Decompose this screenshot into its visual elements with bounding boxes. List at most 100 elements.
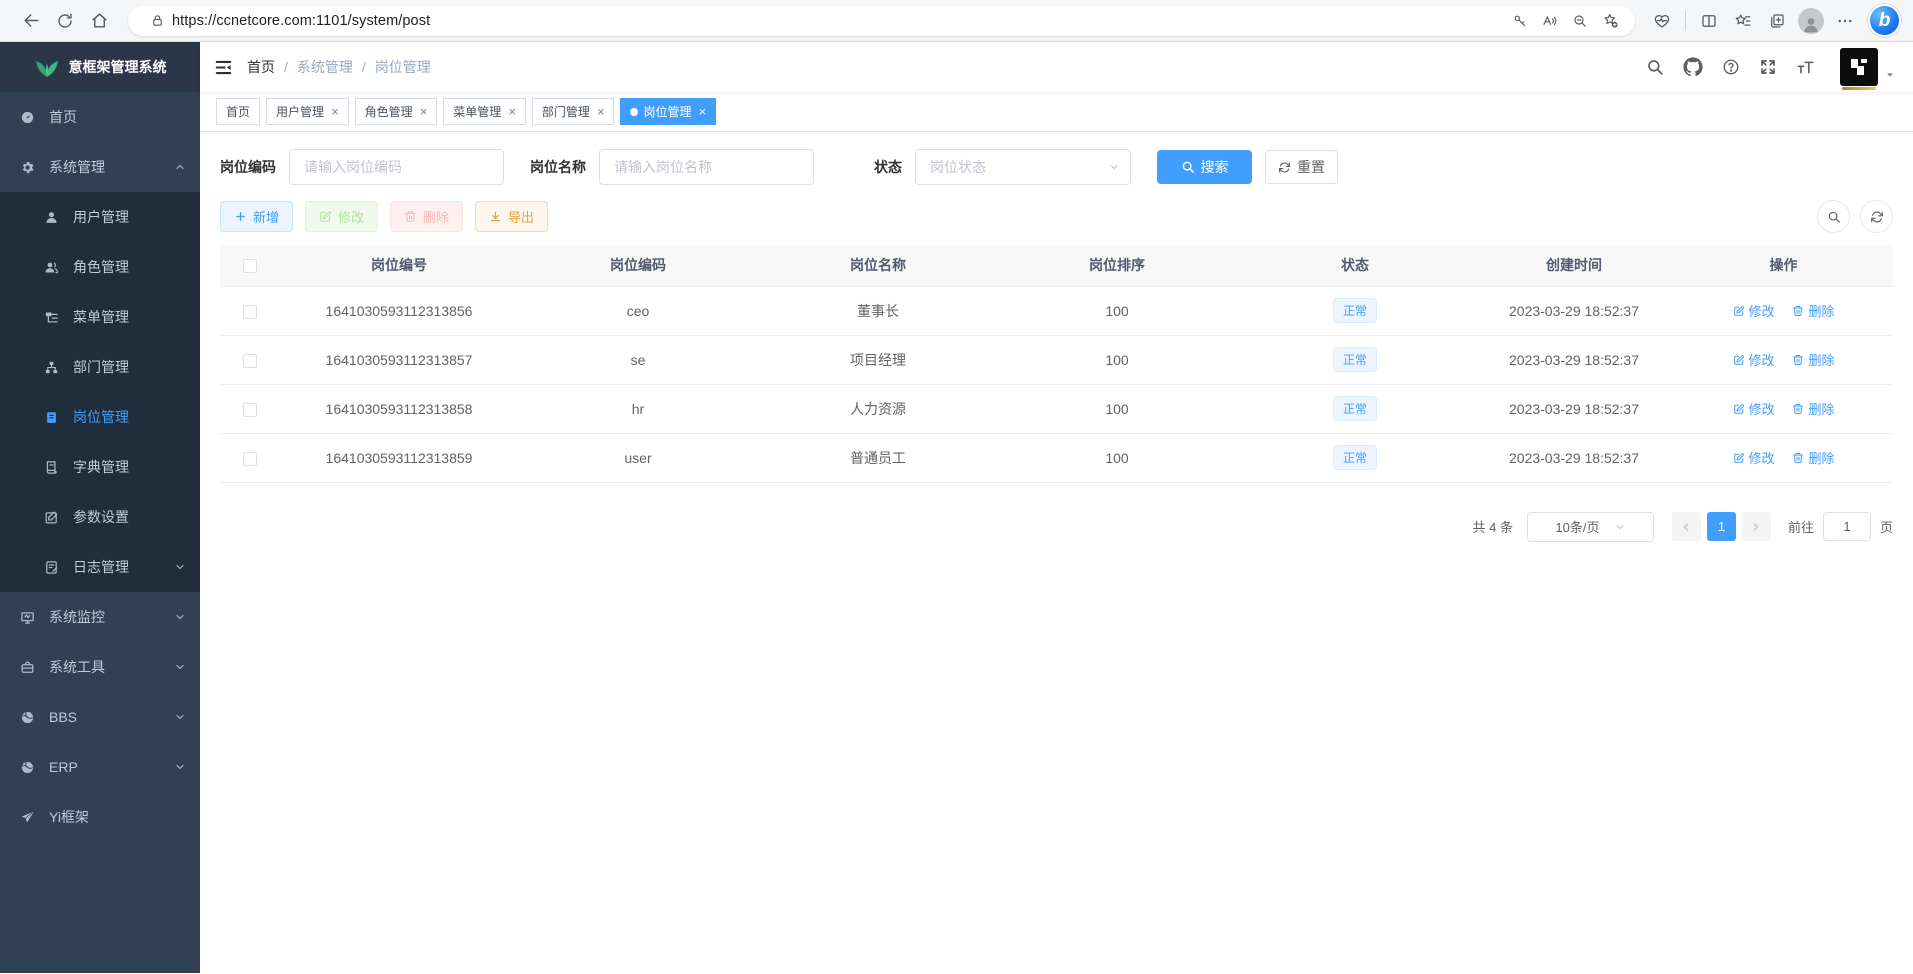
tab-label: 用户管理 [276,103,324,120]
sidebar-item-user[interactable]: 用户管理 [0,192,200,242]
sidebar-item-post[interactable]: 岗位管理 [0,392,200,442]
row-edit-link[interactable]: 修改 [1733,399,1775,418]
sidebar-fold-icon[interactable] [214,58,233,77]
sidebar-item-log[interactable]: 日志管理 [0,542,200,592]
page-number-button[interactable]: 1 [1707,512,1736,541]
add-button[interactable]: 新增 [220,201,293,232]
row-delete-link[interactable]: 删除 [1792,399,1834,418]
browser-home-icon[interactable] [82,6,116,36]
row-edit-link[interactable]: 修改 [1733,350,1775,369]
help-icon[interactable] [1722,58,1740,76]
close-icon[interactable]: × [696,105,706,118]
row-delete-link[interactable]: 删除 [1792,301,1834,320]
sidebar-item-dept[interactable]: 部门管理 [0,342,200,392]
user-avatar-image [1840,48,1878,86]
browser-refresh-icon[interactable] [48,6,82,36]
browser-back-icon[interactable] [14,6,48,36]
split-screen-icon[interactable] [1692,6,1726,36]
browser-menu-icon[interactable] [1828,6,1862,36]
delete-button[interactable]: 删除 [390,201,463,232]
cell-created: 2023-03-29 18:52:37 [1474,286,1674,335]
row-edit-link[interactable]: 修改 [1733,448,1775,467]
sidebar-item-monitor[interactable]: 系统监控 [0,592,200,642]
sidebar-item-label: 字典管理 [73,457,129,477]
row-delete-link[interactable]: 删除 [1792,350,1834,369]
sidebar-item-dict[interactable]: 字典管理 [0,442,200,492]
sidebar-item-param[interactable]: 参数设置 [0,492,200,542]
header-search-icon[interactable] [1646,58,1664,76]
breadcrumb-home[interactable]: 首页 [247,57,275,77]
sidebar-item-system[interactable]: 系统管理 [0,142,200,192]
password-key-icon[interactable] [1505,7,1535,35]
table-row: 1641030593112313857 se 项目经理 100 正常 2023-… [220,335,1893,384]
tab-user[interactable]: 用户管理 × [266,98,349,125]
post-code-input[interactable] [289,149,504,185]
tags-bar: 首页 用户管理 × 角色管理 × 菜单管理 × 部门管理 × 岗位管理 × [200,92,1913,132]
close-icon[interactable]: × [506,105,516,118]
next-page-button[interactable] [1742,512,1771,541]
reset-button[interactable]: 重置 [1265,150,1338,184]
url-text[interactable]: https://ccnetcore.com:1101/system/post [172,13,1505,29]
browser-essentials-icon[interactable] [1645,6,1679,36]
row-delete-link[interactable]: 删除 [1792,448,1834,467]
sidebar-item-label: 部门管理 [73,357,129,377]
globe-icon [19,760,35,775]
sidebar-item-label: 日志管理 [73,557,129,577]
sidebar-item-home[interactable]: 首页 [0,92,200,142]
row-checkbox[interactable] [243,452,257,466]
edit-button[interactable]: 修改 [305,201,378,232]
row-edit-link[interactable]: 修改 [1733,301,1775,320]
close-icon[interactable]: × [595,105,605,118]
sidebar-item-tool[interactable]: 系统工具 [0,642,200,692]
tab-home[interactable]: 首页 [216,98,260,125]
address-bar[interactable]: https://ccnetcore.com:1101/system/post [128,6,1635,36]
user-avatar[interactable] [1840,48,1895,86]
select-all-checkbox[interactable] [243,259,257,273]
prev-page-button[interactable] [1672,512,1701,541]
sidebar-item-yi[interactable]: Yi框架 [0,792,200,842]
pagination: 共 4 条 10条/页 1 前往 页 [220,512,1893,542]
status-select[interactable]: 岗位状态 [915,149,1131,185]
github-icon[interactable] [1683,57,1703,77]
copilot-icon[interactable]: b [1868,4,1901,37]
close-icon[interactable]: × [329,105,339,118]
sidebar-item-menu[interactable]: 菜单管理 [0,292,200,342]
cell-created: 2023-03-29 18:52:37 [1474,433,1674,482]
sidebar-item-label: BBS [49,709,77,725]
goto-page-input[interactable] [1823,512,1871,541]
cell-post-sort: 100 [998,433,1236,482]
read-aloud-icon[interactable] [1535,7,1565,35]
tab-dept[interactable]: 部门管理 × [532,98,615,125]
favorites-icon[interactable] [1726,6,1760,36]
profile-avatar[interactable] [1794,6,1828,36]
sidebar-item-label: 角色管理 [73,257,129,277]
sidebar-item-bbs[interactable]: BBS [0,692,200,742]
add-favorite-icon[interactable] [1595,7,1625,35]
row-checkbox[interactable] [243,403,257,417]
sidebar-item-label: 系统工具 [49,657,105,677]
cell-post-code: user [518,433,758,482]
close-icon[interactable]: × [418,105,428,118]
zoom-out-icon[interactable] [1565,7,1595,35]
search-button[interactable]: 搜索 [1157,150,1252,184]
page-size-select[interactable]: 10条/页 [1527,512,1654,542]
collections-icon[interactable] [1760,6,1794,36]
row-checkbox[interactable] [243,354,257,368]
sidebar-item-role[interactable]: 角色管理 [0,242,200,292]
tab-post-active[interactable]: 岗位管理 × [620,98,716,125]
refresh-table-button[interactable] [1860,200,1893,233]
row-checkbox[interactable] [243,305,257,319]
font-size-icon[interactable] [1796,58,1815,77]
dashboard-icon [19,110,35,125]
app-logo[interactable]: 意框架管理系统 [0,42,200,92]
sidebar-item-label: Yi框架 [49,807,89,827]
tab-menu[interactable]: 菜单管理 × [443,98,526,125]
sidebar-item-erp[interactable]: ERP [0,742,200,792]
fullscreen-icon[interactable] [1759,58,1777,76]
tab-role[interactable]: 角色管理 × [355,98,438,125]
cell-created: 2023-03-29 18:52:37 [1474,335,1674,384]
toolbar-divider [1685,11,1686,31]
show-search-toggle-button[interactable] [1817,200,1850,233]
post-name-input[interactable] [599,149,814,185]
export-button[interactable]: 导出 [475,201,548,232]
